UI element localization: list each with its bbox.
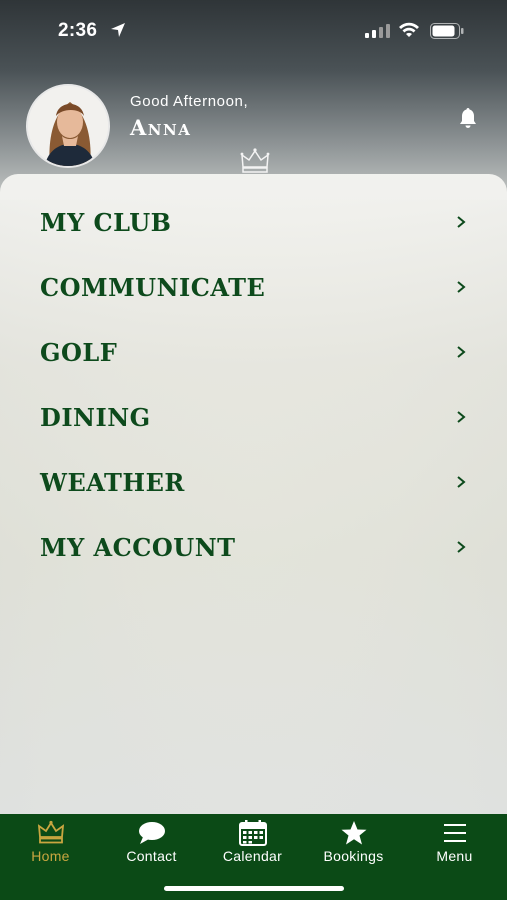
menu-item-label: COMMUNICATE [40, 272, 266, 302]
tab-home[interactable]: Home [0, 814, 101, 874]
status-time: 2:36 [58, 20, 98, 41]
menu-item-golf[interactable]: GOLF [0, 324, 507, 380]
menu-item-my-club[interactable]: MY CLUB [0, 194, 507, 250]
chevron-right-icon [457, 346, 466, 358]
chevron-right-icon [457, 281, 466, 293]
menu-card: MY CLUB COMMUNICATE GOLF DINING WEATHER … [0, 174, 507, 814]
greeting-text: Good Afternoon, [130, 93, 249, 110]
tab-label: Contact [126, 848, 177, 864]
menu-item-label: WEATHER [40, 467, 185, 497]
cellular-signal-icon [365, 24, 390, 38]
tab-label: Menu [436, 848, 473, 864]
menu-item-label: GOLF [40, 337, 118, 367]
tab-bookings[interactable]: Bookings [303, 814, 404, 874]
chat-bubble-icon [138, 822, 165, 844]
tab-label: Bookings [323, 848, 384, 864]
notification-bell-icon[interactable] [456, 106, 480, 130]
menu-item-communicate[interactable]: COMMUNICATE [0, 259, 507, 315]
profile-photo [28, 86, 108, 166]
tab-label: Home [31, 848, 70, 864]
club-crown-logo-icon [240, 148, 270, 173]
location-arrow-icon [111, 23, 125, 37]
menu-item-my-account[interactable]: MY ACCOUNT [0, 519, 507, 575]
crown-icon [37, 820, 64, 844]
status-bar: 2:36 [0, 0, 507, 60]
menu-item-dining[interactable]: DINING [0, 389, 507, 445]
wifi-icon [399, 22, 419, 37]
menu-item-label: MY ACCOUNT [40, 532, 236, 562]
chevron-right-icon [457, 476, 466, 488]
tab-label: Calendar [222, 848, 283, 864]
home-indicator[interactable] [164, 886, 344, 891]
user-name: Anna [130, 115, 192, 140]
chevron-right-icon [457, 541, 466, 553]
avatar[interactable] [26, 84, 110, 168]
star-icon [341, 821, 366, 845]
tab-menu[interactable]: Menu [404, 814, 505, 874]
chevron-right-icon [457, 216, 466, 228]
tab-calendar[interactable]: Calendar [202, 814, 303, 874]
menu-item-weather[interactable]: WEATHER [0, 454, 507, 510]
calendar-icon [238, 820, 267, 846]
hamburger-icon [443, 824, 466, 842]
battery-icon [430, 23, 464, 39]
tab-contact[interactable]: Contact [101, 814, 202, 874]
chevron-right-icon [457, 411, 466, 423]
menu-item-label: MY CLUB [40, 207, 172, 237]
menu-item-label: DINING [40, 402, 151, 432]
